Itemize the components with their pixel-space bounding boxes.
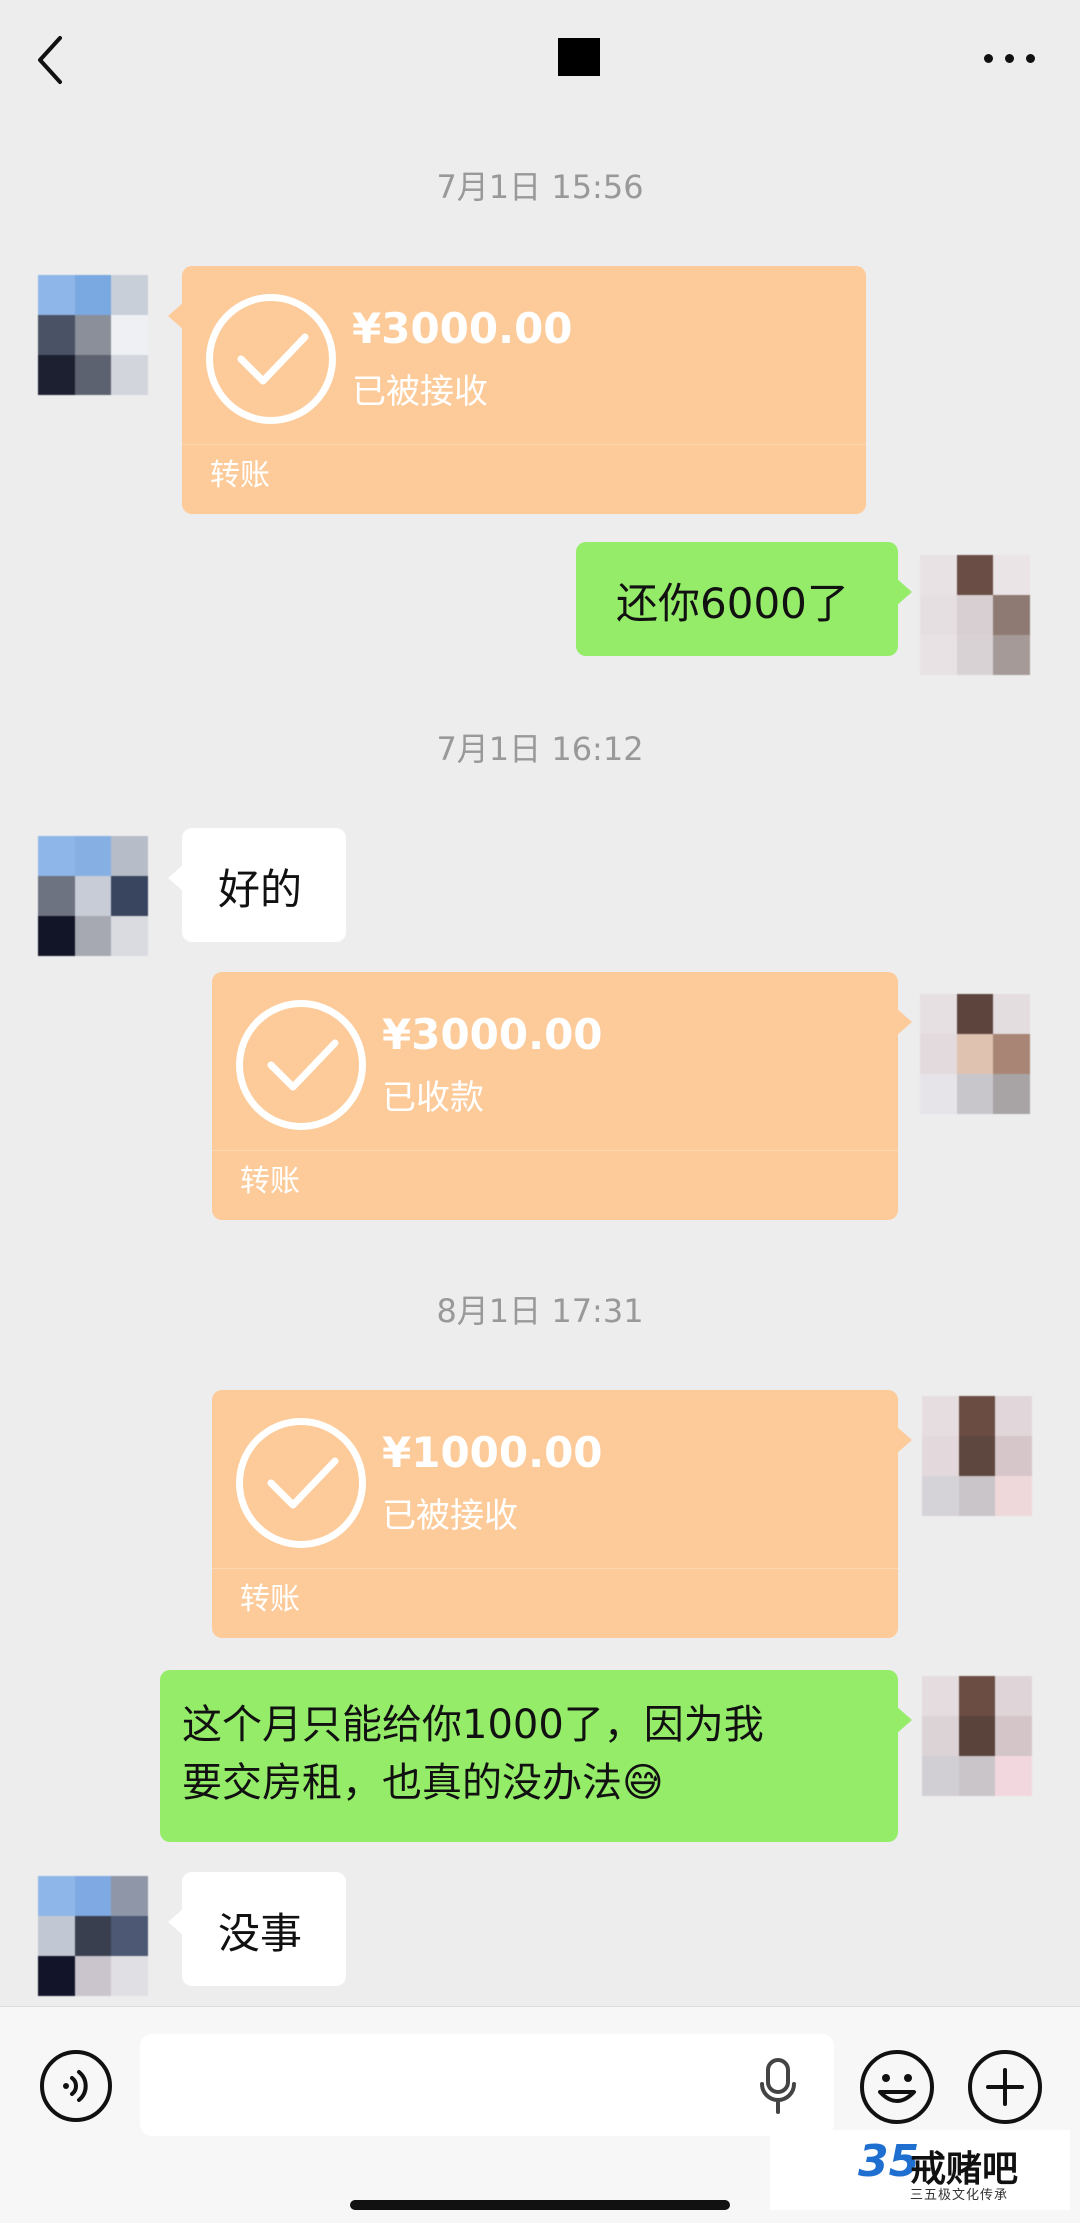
transfer-amount: ¥3000.00 — [382, 1010, 603, 1059]
watermark-logo: 35 戒赌吧 三五极文化传承 — [770, 2130, 1070, 2210]
message-input[interactable] — [140, 2034, 834, 2136]
transfer-amount: ¥3000.00 — [352, 304, 573, 353]
avatar[interactable] — [922, 1676, 1032, 1796]
sweat-smile-emoji: 😅 — [622, 1760, 664, 1806]
transfer-card[interactable]: ¥3000.00 已收款 转账 — [212, 972, 912, 1220]
transfer-label: 转账 — [240, 1164, 300, 1199]
voice-icon[interactable] — [40, 2050, 112, 2122]
transfer-amount: ¥1000.00 — [382, 1428, 603, 1477]
transfer-label: 转账 — [210, 458, 270, 493]
message-bubble-received[interactable]: 好的 — [168, 828, 346, 942]
timestamp: 8月1日 17:31 — [436, 1292, 644, 1330]
transfer-status: 已被接收 — [382, 1496, 518, 1536]
emoji-icon[interactable] — [860, 2050, 934, 2124]
avatar[interactable] — [920, 555, 1030, 675]
check-circle-icon — [206, 294, 336, 424]
message-text-line1: 这个月只能给你1000了，因为我 — [182, 1702, 764, 1748]
home-indicator[interactable] — [350, 2200, 730, 2210]
message-text: 还你6000了 — [616, 579, 849, 628]
message-bubble-sent[interactable]: 还你6000了 — [576, 542, 912, 656]
message-text: 没事 — [218, 1909, 303, 1958]
chevron-left-icon[interactable] — [30, 30, 70, 90]
transfer-card[interactable]: ¥3000.00 已被接收 转账 — [168, 266, 866, 514]
avatar[interactable] — [38, 1876, 148, 1996]
timestamp: 7月1日 15:56 — [436, 168, 644, 206]
more-dots-icon[interactable] — [980, 50, 1040, 66]
transfer-status: 已收款 — [382, 1078, 484, 1118]
message-text: 好的 — [218, 865, 303, 914]
avatar[interactable] — [38, 836, 148, 956]
transfer-label: 转账 — [240, 1582, 300, 1617]
timestamp: 7月1日 16:12 — [436, 730, 644, 768]
message-bubble-received[interactable]: 没事 — [168, 1872, 346, 1986]
avatar[interactable] — [922, 1396, 1032, 1516]
message-bubble-sent[interactable]: 这个月只能给你1000了，因为我 要交房租，也真的没办法😅 — [160, 1670, 912, 1842]
check-circle-icon — [236, 1418, 366, 1548]
check-circle-icon — [236, 1000, 366, 1130]
avatar[interactable] — [920, 994, 1030, 1114]
plus-icon[interactable] — [968, 2050, 1042, 2124]
transfer-card[interactable]: ¥1000.00 已被接收 转账 — [212, 1390, 912, 1638]
watermark-subtitle: 三五极文化传承 — [910, 2188, 1009, 2203]
chat-title-redacted — [558, 38, 600, 76]
message-text-line2: 要交房租，也真的没办法 — [182, 1760, 622, 1806]
transfer-status: 已被接收 — [352, 372, 488, 412]
avatar[interactable] — [38, 275, 148, 395]
mic-icon[interactable] — [756, 2056, 800, 2116]
